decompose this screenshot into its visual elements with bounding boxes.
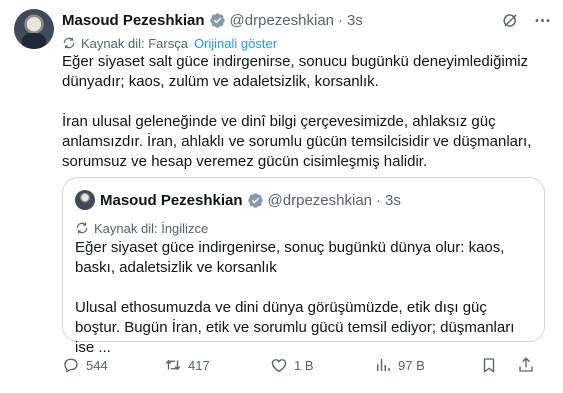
- share-icon: [519, 357, 533, 372]
- quote-source-language: Kaynak dil: İngilizce: [94, 220, 209, 236]
- translation-bar: Kaynak dil: Farsça Orijinali göster: [62, 34, 277, 52]
- quote-header: Masoud Pezeshkian @drpezeshkian · 3s: [100, 190, 401, 210]
- quote-text: Eğer siyaset güce indirgenirse, sonuç bu…: [75, 238, 535, 358]
- repost-icon: [165, 359, 181, 371]
- translate-icon: [75, 221, 89, 235]
- author-avatar[interactable]: [14, 9, 54, 49]
- quote-time[interactable]: 3s: [385, 192, 401, 209]
- tweet-paragraph: Eğer siyaset salt güce indirgenirse, son…: [62, 53, 529, 90]
- share-button[interactable]: [517, 355, 535, 375]
- author-name[interactable]: Masoud Pezeshkian: [62, 12, 205, 29]
- bookmark-button[interactable]: [480, 355, 498, 375]
- source-language: Kaynak dil: Farsça: [81, 35, 188, 51]
- tweet-time[interactable]: 3s: [347, 12, 363, 29]
- separator-dot: ·: [338, 11, 343, 29]
- action-bar: 544 417 1 B 97 B: [62, 355, 547, 375]
- quoted-tweet[interactable]: Masoud Pezeshkian @drpezeshkian · 3s Kay…: [62, 177, 545, 356]
- tweet-header: Masoud Pezeshkian @drpezeshkian · 3s: [62, 10, 363, 30]
- reply-icon: [64, 358, 78, 373]
- like-button[interactable]: 1 B: [270, 355, 314, 375]
- quote-translation-bar: Kaynak dil: İngilizce: [75, 219, 208, 237]
- reply-button[interactable]: 544: [62, 355, 108, 375]
- quote-paragraph: Eğer siyaset güce indirgenirse, sonuç bu…: [75, 239, 505, 276]
- repost-count: 417: [188, 357, 210, 373]
- quote-author-name[interactable]: Masoud Pezeshkian: [100, 192, 243, 209]
- separator-dot: ·: [376, 191, 381, 209]
- quote-author-avatar[interactable]: [75, 190, 95, 210]
- like-count: 1 B: [294, 357, 314, 373]
- views-count: 97 B: [398, 357, 425, 373]
- verified-badge-icon[interactable]: [247, 192, 264, 209]
- tweet-paragraph: İran ulusal geleneğinde ve dinî bilgi çe…: [62, 113, 532, 170]
- more-icon[interactable]: [532, 10, 552, 30]
- tweet[interactable]: Masoud Pezeshkian @drpezeshkian · 3s Kay…: [0, 0, 563, 393]
- verified-badge-icon[interactable]: [209, 12, 226, 29]
- repost-button[interactable]: 417: [164, 355, 210, 375]
- show-original-link[interactable]: Orijinali göster: [194, 36, 277, 51]
- author-handle[interactable]: @drpezeshkian: [230, 12, 334, 29]
- bookmark-icon: [483, 358, 495, 373]
- views-icon: [377, 359, 390, 371]
- tweet-text: Eğer siyaset salt güce indirgenirse, son…: [62, 52, 542, 172]
- views-button[interactable]: 97 B: [374, 355, 425, 375]
- translate-icon: [62, 36, 76, 50]
- like-icon: [271, 359, 287, 373]
- quote-paragraph: Ulusal ethosumuzda ve dini dünya görüşüm…: [75, 299, 515, 356]
- quote-author-handle[interactable]: @drpezeshkian: [268, 192, 372, 209]
- reply-count: 544: [86, 357, 108, 373]
- grok-icon[interactable]: [500, 10, 520, 30]
